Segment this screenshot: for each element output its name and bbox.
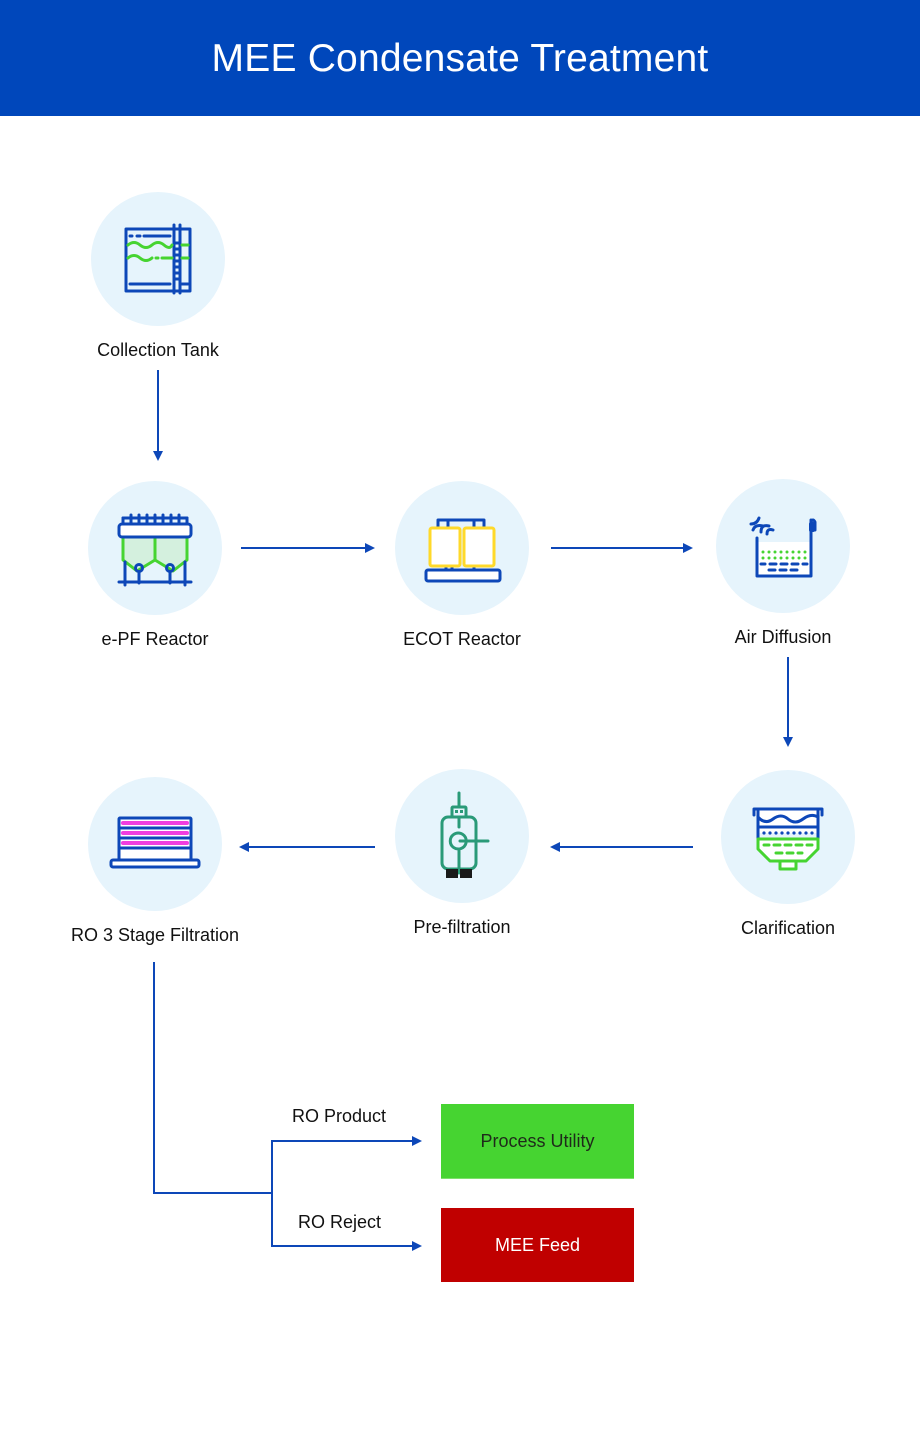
step-label: RO 3 Stage Filtration: [70, 925, 240, 945]
step-circle: [395, 481, 529, 615]
step-label: ECOT Reactor: [403, 629, 521, 649]
twin-reactor-icon: [424, 518, 502, 583]
destination-label: Process Utility: [480, 1130, 595, 1151]
step-circle: [395, 769, 529, 903]
header-banner: MEE Condensate Treatment: [0, 0, 920, 116]
ro-product-label: RO Product: [292, 1106, 387, 1126]
page-title: MEE Condensate Treatment: [211, 37, 709, 80]
step-circle: [88, 481, 222, 615]
step-label: Air Diffusion: [734, 627, 832, 647]
tank-icon: [124, 223, 192, 295]
step-label: e-PF Reactor: [101, 629, 209, 649]
ro-reject-label: RO Reject: [298, 1212, 382, 1232]
aeration-tank-icon: [749, 516, 817, 578]
step-label: Clarification: [740, 918, 836, 938]
step-ecot-reactor: ECOT Reactor: [362, 481, 562, 650]
destination-label: MEE Feed: [494, 1234, 581, 1255]
step-circle: [88, 777, 222, 911]
step-label: Pre-filtration: [413, 917, 511, 937]
cartridge-filter-icon: [440, 791, 490, 878]
step-air-diffusion: Air Diffusion: [683, 479, 883, 648]
reactor-silo-icon: [117, 513, 193, 587]
clarifier-icon: [752, 807, 824, 871]
step-ro-filtration: RO 3 Stage Filtration: [55, 777, 255, 946]
step-clarification: Clarification: [688, 770, 888, 939]
destination-process-utility: Process Utility: [441, 1104, 634, 1179]
step-label: Collection Tank: [97, 340, 219, 360]
arrow-ro-product: [271, 1136, 422, 1193]
step-circle: [91, 192, 225, 326]
ro-membrane-stack-icon: [109, 816, 201, 869]
step-circle: [721, 770, 855, 904]
step-epf-reactor: e-PF Reactor: [55, 481, 255, 650]
destination-mee-feed: MEE Feed: [441, 1208, 634, 1282]
step-collection-tank: Collection Tank: [58, 192, 258, 361]
step-circle: [716, 479, 850, 613]
ro-outlet-line: [153, 962, 272, 1194]
step-pre-filtration: Pre-filtration: [362, 769, 562, 938]
